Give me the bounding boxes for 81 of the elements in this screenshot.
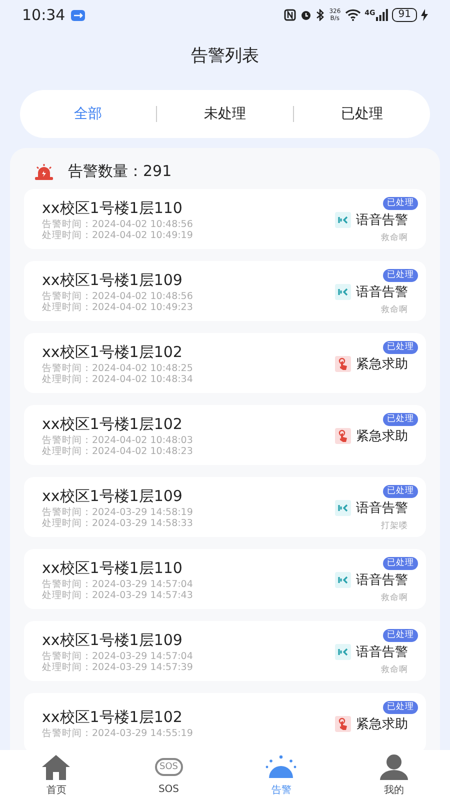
handled-time: 处理时间：2024-03-29 14:57:39 <box>42 662 194 672</box>
sound-wave-icon <box>335 500 351 516</box>
alarm-location: xx校区1号楼1层109 <box>42 630 184 650</box>
hand-tap-icon <box>335 356 351 372</box>
alarm-card[interactable]: xx校区1号楼1层102 告警时间：2024-04-02 10:48:03 处理时间：2024-04-02 10:48:23 已处理 紧急求助 <box>24 405 426 465</box>
status-badge: 已处理 <box>383 485 418 498</box>
wifi-icon <box>344 9 361 21</box>
alarm-location: xx校区1号楼1层110 <box>42 558 184 578</box>
alarm-type: 语音告警 <box>356 500 408 517</box>
alarm-count: 告警数量：291 <box>68 162 172 181</box>
alarm-type: 语音告警 <box>356 212 408 229</box>
alarm-type: 紧急求助 <box>356 428 408 445</box>
filter-tab[interactable]: 已处理 <box>294 99 430 129</box>
alarm-time: 告警时间：2024-04-02 10:48:56 <box>42 218 194 230</box>
status-badge: 已处理 <box>383 701 418 714</box>
siren-icon <box>265 754 298 780</box>
alarm-type: 语音告警 <box>356 572 408 589</box>
alarm-note: 救命啊 <box>381 664 408 676</box>
page-title: 告警列表 <box>190 45 260 68</box>
handled-time: 处理时间：2024-03-29 14:57:43 <box>42 590 194 600</box>
alarm-time: 告警时间：2024-04-02 10:48:56 <box>42 290 194 302</box>
alarm-location: xx校区1号楼1层109 <box>42 270 184 290</box>
alarm-card[interactable]: xx校区1号楼1层110 告警时间：2024-03-29 14:57:04 处理时间：2024-03-29 14:57:43 已处理 语音告警 救命啊 <box>24 549 426 609</box>
home-icon <box>41 754 72 780</box>
hand-tap-icon <box>335 428 351 444</box>
nav-tab[interactable]: 我的 <box>338 750 450 800</box>
battery-level: 91 <box>392 8 417 22</box>
status-badge: 已处理 <box>383 413 418 426</box>
handled-time: 处理时间：2024-04-02 10:48:23 <box>42 446 194 456</box>
signal-icon <box>376 9 388 21</box>
status-badge: 已处理 <box>383 557 418 570</box>
alarm-type: 紧急求助 <box>356 356 408 373</box>
alarm-location: xx校区1号楼1层102 <box>42 342 184 362</box>
sound-wave-icon <box>335 572 351 588</box>
alarm-note: 救命啊 <box>381 304 408 316</box>
alarm-card[interactable]: xx校区1号楼1层109 告警时间：2024-03-29 14:58:19 处理时间：2024-03-29 14:58:33 已处理 语音告警 打架喽 <box>24 477 426 537</box>
alarm-time: 告警时间：2024-03-29 14:58:19 <box>42 506 194 518</box>
status-badge: 已处理 <box>383 197 418 210</box>
alarm-card[interactable]: xx校区1号楼1层102 告警时间：2024-03-29 14:55:19 已处理 紧急求助 <box>24 693 426 750</box>
nav-tab[interactable]: 首页 <box>0 750 112 800</box>
charging-icon <box>421 9 428 21</box>
user-icon <box>378 754 409 780</box>
alarm-card[interactable]: xx校区1号楼1层102 告警时间：2024-04-02 10:48:25 处理时间：2024-04-02 10:48:34 已处理 紧急求助 <box>24 333 426 393</box>
alarm-location: xx校区1号楼1层102 <box>42 707 184 727</box>
alarm-time: 告警时间：2024-04-02 10:48:25 <box>42 362 194 374</box>
alarm-location: xx校区1号楼1层110 <box>42 198 184 218</box>
alarm-card[interactable]: xx校区1号楼1层109 告警时间：2024-03-29 14:57:04 处理时间：2024-03-29 14:57:39 已处理 语音告警 救命啊 <box>24 621 426 681</box>
status-badge: 已处理 <box>383 341 418 354</box>
alarm-time: 告警时间：2024-03-29 14:57:04 <box>42 650 194 662</box>
alarm-type: 语音告警 <box>356 644 408 661</box>
sound-wave-icon <box>335 212 351 228</box>
alarm-location: xx校区1号楼1层109 <box>42 486 184 506</box>
alarm-note: 救命啊 <box>381 232 408 244</box>
alarm-card[interactable]: xx校区1号楼1层110 告警时间：2024-04-02 10:48:56 处理时间：2024-04-02 10:49:19 已处理 语音告警 救命啊 <box>24 189 426 249</box>
filter-tab[interactable]: 未处理 <box>157 99 293 129</box>
alarm-note: 打架喽 <box>381 520 408 532</box>
alarm-clock-icon <box>300 9 312 21</box>
status-time: 10:34 <box>22 6 66 24</box>
alarm-note: 救命啊 <box>381 592 408 604</box>
alarm-type: 语音告警 <box>356 284 408 301</box>
hand-tap-icon <box>335 716 351 732</box>
status-badge: 已处理 <box>383 629 418 642</box>
filter-tab[interactable]: 全部 <box>20 99 156 129</box>
alarm-card[interactable]: xx校区1号楼1层109 告警时间：2024-04-02 10:48:56 处理时间：2024-04-02 10:49:23 已处理 语音告警 救命啊 <box>24 261 426 321</box>
alarm-type: 紧急求助 <box>356 716 408 733</box>
handled-time: 处理时间：2024-04-02 10:49:19 <box>42 230 194 240</box>
sos-icon: SOS <box>154 758 183 776</box>
handled-time: 处理时间：2024-04-02 10:49:23 <box>42 302 194 312</box>
alarm-time: 告警时间：2024-03-29 14:57:04 <box>42 578 194 590</box>
bluetooth-icon <box>316 9 326 21</box>
sound-wave-icon <box>335 284 351 300</box>
siren-icon <box>34 164 54 180</box>
sound-wave-icon <box>335 644 351 660</box>
status-badge: 已处理 <box>383 269 418 282</box>
alarm-time: 告警时间：2024-04-02 10:48:03 <box>42 434 194 446</box>
alarm-time: 告警时间：2024-03-29 14:55:19 <box>42 728 194 739</box>
nfc-icon <box>284 9 296 21</box>
alarm-location: xx校区1号楼1层102 <box>42 414 184 434</box>
nav-tab[interactable]: SOS SOS <box>112 750 225 800</box>
handled-time: 处理时间：2024-04-02 10:48:34 <box>42 374 194 384</box>
handled-time: 处理时间：2024-03-29 14:58:33 <box>42 518 194 528</box>
